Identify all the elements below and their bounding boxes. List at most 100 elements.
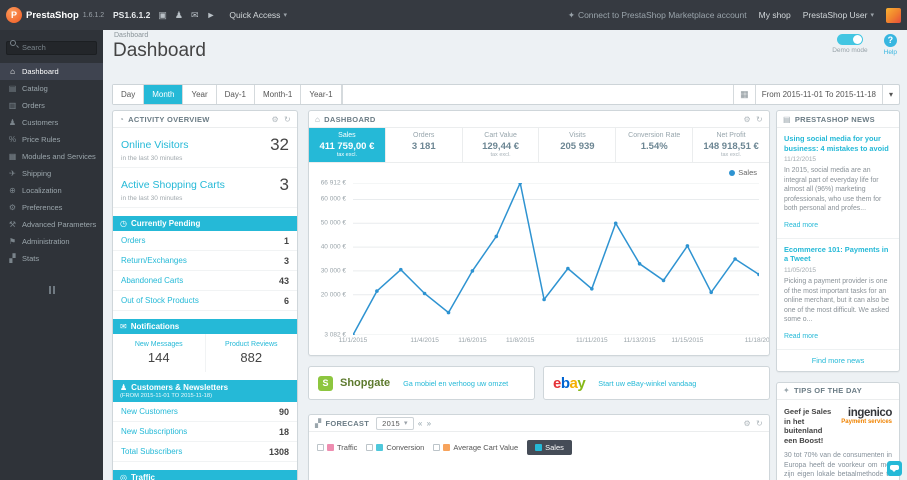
sidebar-item-catalog[interactable]: ▤ Catalog <box>0 80 103 97</box>
news-article-title[interactable]: Using social media for your business: 4 … <box>784 134 892 153</box>
active-carts-sub: in the last 30 minutes <box>121 195 183 202</box>
kpi-conversion-rate[interactable]: Conversion Rate 1.54% <box>616 128 694 162</box>
kpi-cart-value[interactable]: Cart Value 129,44 € tax excl. <box>463 128 540 162</box>
shop-name-link[interactable]: PS1.6.1.2 <box>113 10 150 20</box>
customers-icon: ♟ <box>8 118 17 127</box>
home-icon: ⌂ <box>10 67 15 76</box>
topbar: P PrestaShop 1.6.1.2 PS1.6.1.2 ▣ ♟ ✉ ► Q… <box>0 0 907 30</box>
demo-mode-toggle[interactable] <box>836 34 863 45</box>
gear-icon[interactable]: ⚙ <box>744 419 751 428</box>
row-value: 18 <box>278 426 289 437</box>
traffic-title: Traffic <box>130 473 155 480</box>
sidebar-item-orders[interactable]: ▥ Orders <box>0 97 103 114</box>
online-visitors-link[interactable]: Online Visitors <box>121 139 189 151</box>
date-range-picker[interactable]: ▦ From 2015-11-01 To 2015-11-18 ▾ <box>733 85 899 104</box>
kpi-visits[interactable]: Visits 205 939 <box>539 128 617 162</box>
cell-label: Product Reviews <box>224 341 278 348</box>
chat-widget-button[interactable] <box>887 461 902 476</box>
marketplace-connect-link[interactable]: ✦ Connect to PrestaShop Marketplace acco… <box>568 10 747 21</box>
kpi-net-profit[interactable]: Net Profit 148 918,51 € tax excl. <box>693 128 769 162</box>
row-value: 6 <box>283 295 289 306</box>
cart-icon[interactable]: ▣ <box>158 10 167 21</box>
customers-row-new-customers[interactable]: New Customers 90 <box>113 402 297 422</box>
shopgate-promo-link[interactable]: Ga mobiel en verhoog uw omzet <box>403 379 508 388</box>
next-year-button[interactable]: » <box>427 419 432 428</box>
message-icon[interactable]: ✉ <box>191 10 199 21</box>
search-input[interactable] <box>6 40 97 55</box>
customer-icon[interactable]: ♟ <box>175 10 183 21</box>
tips-icon: ✦ <box>783 386 791 396</box>
ebay-promo-link[interactable]: Start uw eBay-winkel vandaag <box>598 379 696 388</box>
kpi-sales[interactable]: Sales 411 759,00 € tax excl. <box>309 128 386 162</box>
filter-year-button[interactable]: Year <box>183 85 217 104</box>
my-shop-link[interactable]: My shop <box>759 10 791 20</box>
refresh-icon[interactable]: ↻ <box>756 419 763 428</box>
pending-row-out-of-stock[interactable]: Out of Stock Products 6 <box>113 291 297 311</box>
user-menu[interactable]: PrestaShop User ▾ <box>803 10 874 20</box>
sidebar-item-preferences[interactable]: ⚙ Preferences <box>0 199 103 216</box>
row-label: New Subscriptions <box>121 427 188 436</box>
forecast-legend-average-cart-value[interactable]: Average Cart Value <box>433 443 518 452</box>
sidebar-item-label: Shipping <box>22 169 52 178</box>
gear-icon[interactable]: ⚙ <box>744 115 751 124</box>
sidebar-item-administration[interactable]: ⚑ Administration <box>0 233 103 250</box>
cell-label: New Messages <box>134 341 183 348</box>
brand-version: 1.6.1.2 <box>82 11 105 19</box>
legend-dot <box>729 169 736 176</box>
sidebar-item-advanced-parameters[interactable]: ⚒ Advanced Parameters <box>0 216 103 233</box>
sidebar-item-shipping[interactable]: ✈ Shipping <box>0 165 103 182</box>
read-more-link[interactable]: Read more <box>784 333 818 340</box>
new-messages-cell[interactable]: New Messages 144 <box>113 334 205 372</box>
sidebar-item-modules-and-services[interactable]: ▦ Modules and Services <box>0 148 103 165</box>
forecast-legend-conversion[interactable]: Conversion <box>366 443 424 452</box>
active-carts-link[interactable]: Active Shopping Carts <box>121 179 225 191</box>
previous-year-button[interactable]: « <box>418 419 423 428</box>
filter-month-button[interactable]: Month <box>144 85 184 104</box>
filter-year-1-button[interactable]: Year-1 <box>301 85 342 104</box>
user-avatar[interactable] <box>886 7 901 23</box>
cell-value: 882 <box>240 350 263 365</box>
gear-icon[interactable]: ⚙ <box>272 115 279 124</box>
forecast-legend-sales[interactable]: Sales <box>527 440 572 455</box>
news-article-title[interactable]: Ecommerce 101: Payments in a Tweet <box>784 245 892 264</box>
sidebar-item-localization[interactable]: ⊕ Localization <box>0 182 103 199</box>
checkbox[interactable] <box>433 444 441 451</box>
kpi-orders[interactable]: Orders 3 181 <box>386 128 463 162</box>
sidebar-item-dashboard[interactable]: ⌂ Dashboard <box>0 63 103 80</box>
y-tick-label: 60 000 € <box>320 195 346 203</box>
forecast-year-select[interactable]: 2015 ▾ <box>376 416 414 430</box>
legend-label: Average Cart Value <box>453 443 519 452</box>
filter-day-button[interactable]: Day <box>113 85 145 104</box>
sidebar-item-stats[interactable]: ▞ Stats <box>0 250 103 267</box>
quick-access-menu[interactable]: Quick Access ▾ <box>229 10 287 20</box>
chart-legend[interactable]: Sales <box>729 168 757 177</box>
breadcrumb[interactable]: Dashboard <box>114 32 148 39</box>
sidebar-collapse-button[interactable] <box>0 281 103 299</box>
help-button[interactable]: ? <box>883 34 897 47</box>
refresh-icon[interactable]: ↻ <box>756 115 763 124</box>
forecast-legend-traffic[interactable]: Traffic <box>317 443 357 452</box>
shopgate-logo-icon: S <box>318 375 333 391</box>
find-more-news-link[interactable]: Find more news <box>777 350 899 371</box>
checkbox[interactable] <box>366 444 374 451</box>
refresh-icon[interactable]: ↻ <box>284 115 291 124</box>
notifications-header: ✉ Notifications <box>113 319 297 334</box>
read-more-link[interactable]: Read more <box>784 222 818 229</box>
filter-month-1-button[interactable]: Month-1 <box>254 85 302 104</box>
customers-row-new-subscriptions[interactable]: New Subscriptions 18 <box>113 422 297 442</box>
brand-block[interactable]: P PrestaShop 1.6.1.2 <box>0 7 105 23</box>
filter-day-1-button[interactable]: Day-1 <box>216 85 255 104</box>
pending-row-abandoned-carts[interactable]: Abandoned Carts 43 <box>113 271 297 291</box>
pending-row-orders[interactable]: Orders 1 <box>113 231 297 251</box>
checkbox[interactable] <box>317 444 324 451</box>
rocket-icon[interactable]: ► <box>206 10 215 20</box>
ebay-promo: ebay Start uw eBay-winkel vandaag <box>543 366 770 400</box>
forecast-legend: Traffic Conversion Average Cart Value Sa… <box>309 432 769 463</box>
online-visitors-block: Online Visitors 32 in the last 30 minute… <box>113 128 297 168</box>
product-reviews-cell[interactable]: Product Reviews 882 <box>204 334 298 372</box>
plug-icon: ✦ <box>567 9 575 20</box>
sidebar-item-price-rules[interactable]: % Price Rules <box>0 131 103 148</box>
sidebar-item-customers[interactable]: ♟ Customers <box>0 114 103 131</box>
customers-row-total-subscribers[interactable]: Total Subscribers 1308 <box>113 442 297 462</box>
pending-row-returns[interactable]: Return/Exchanges 3 <box>113 251 297 271</box>
